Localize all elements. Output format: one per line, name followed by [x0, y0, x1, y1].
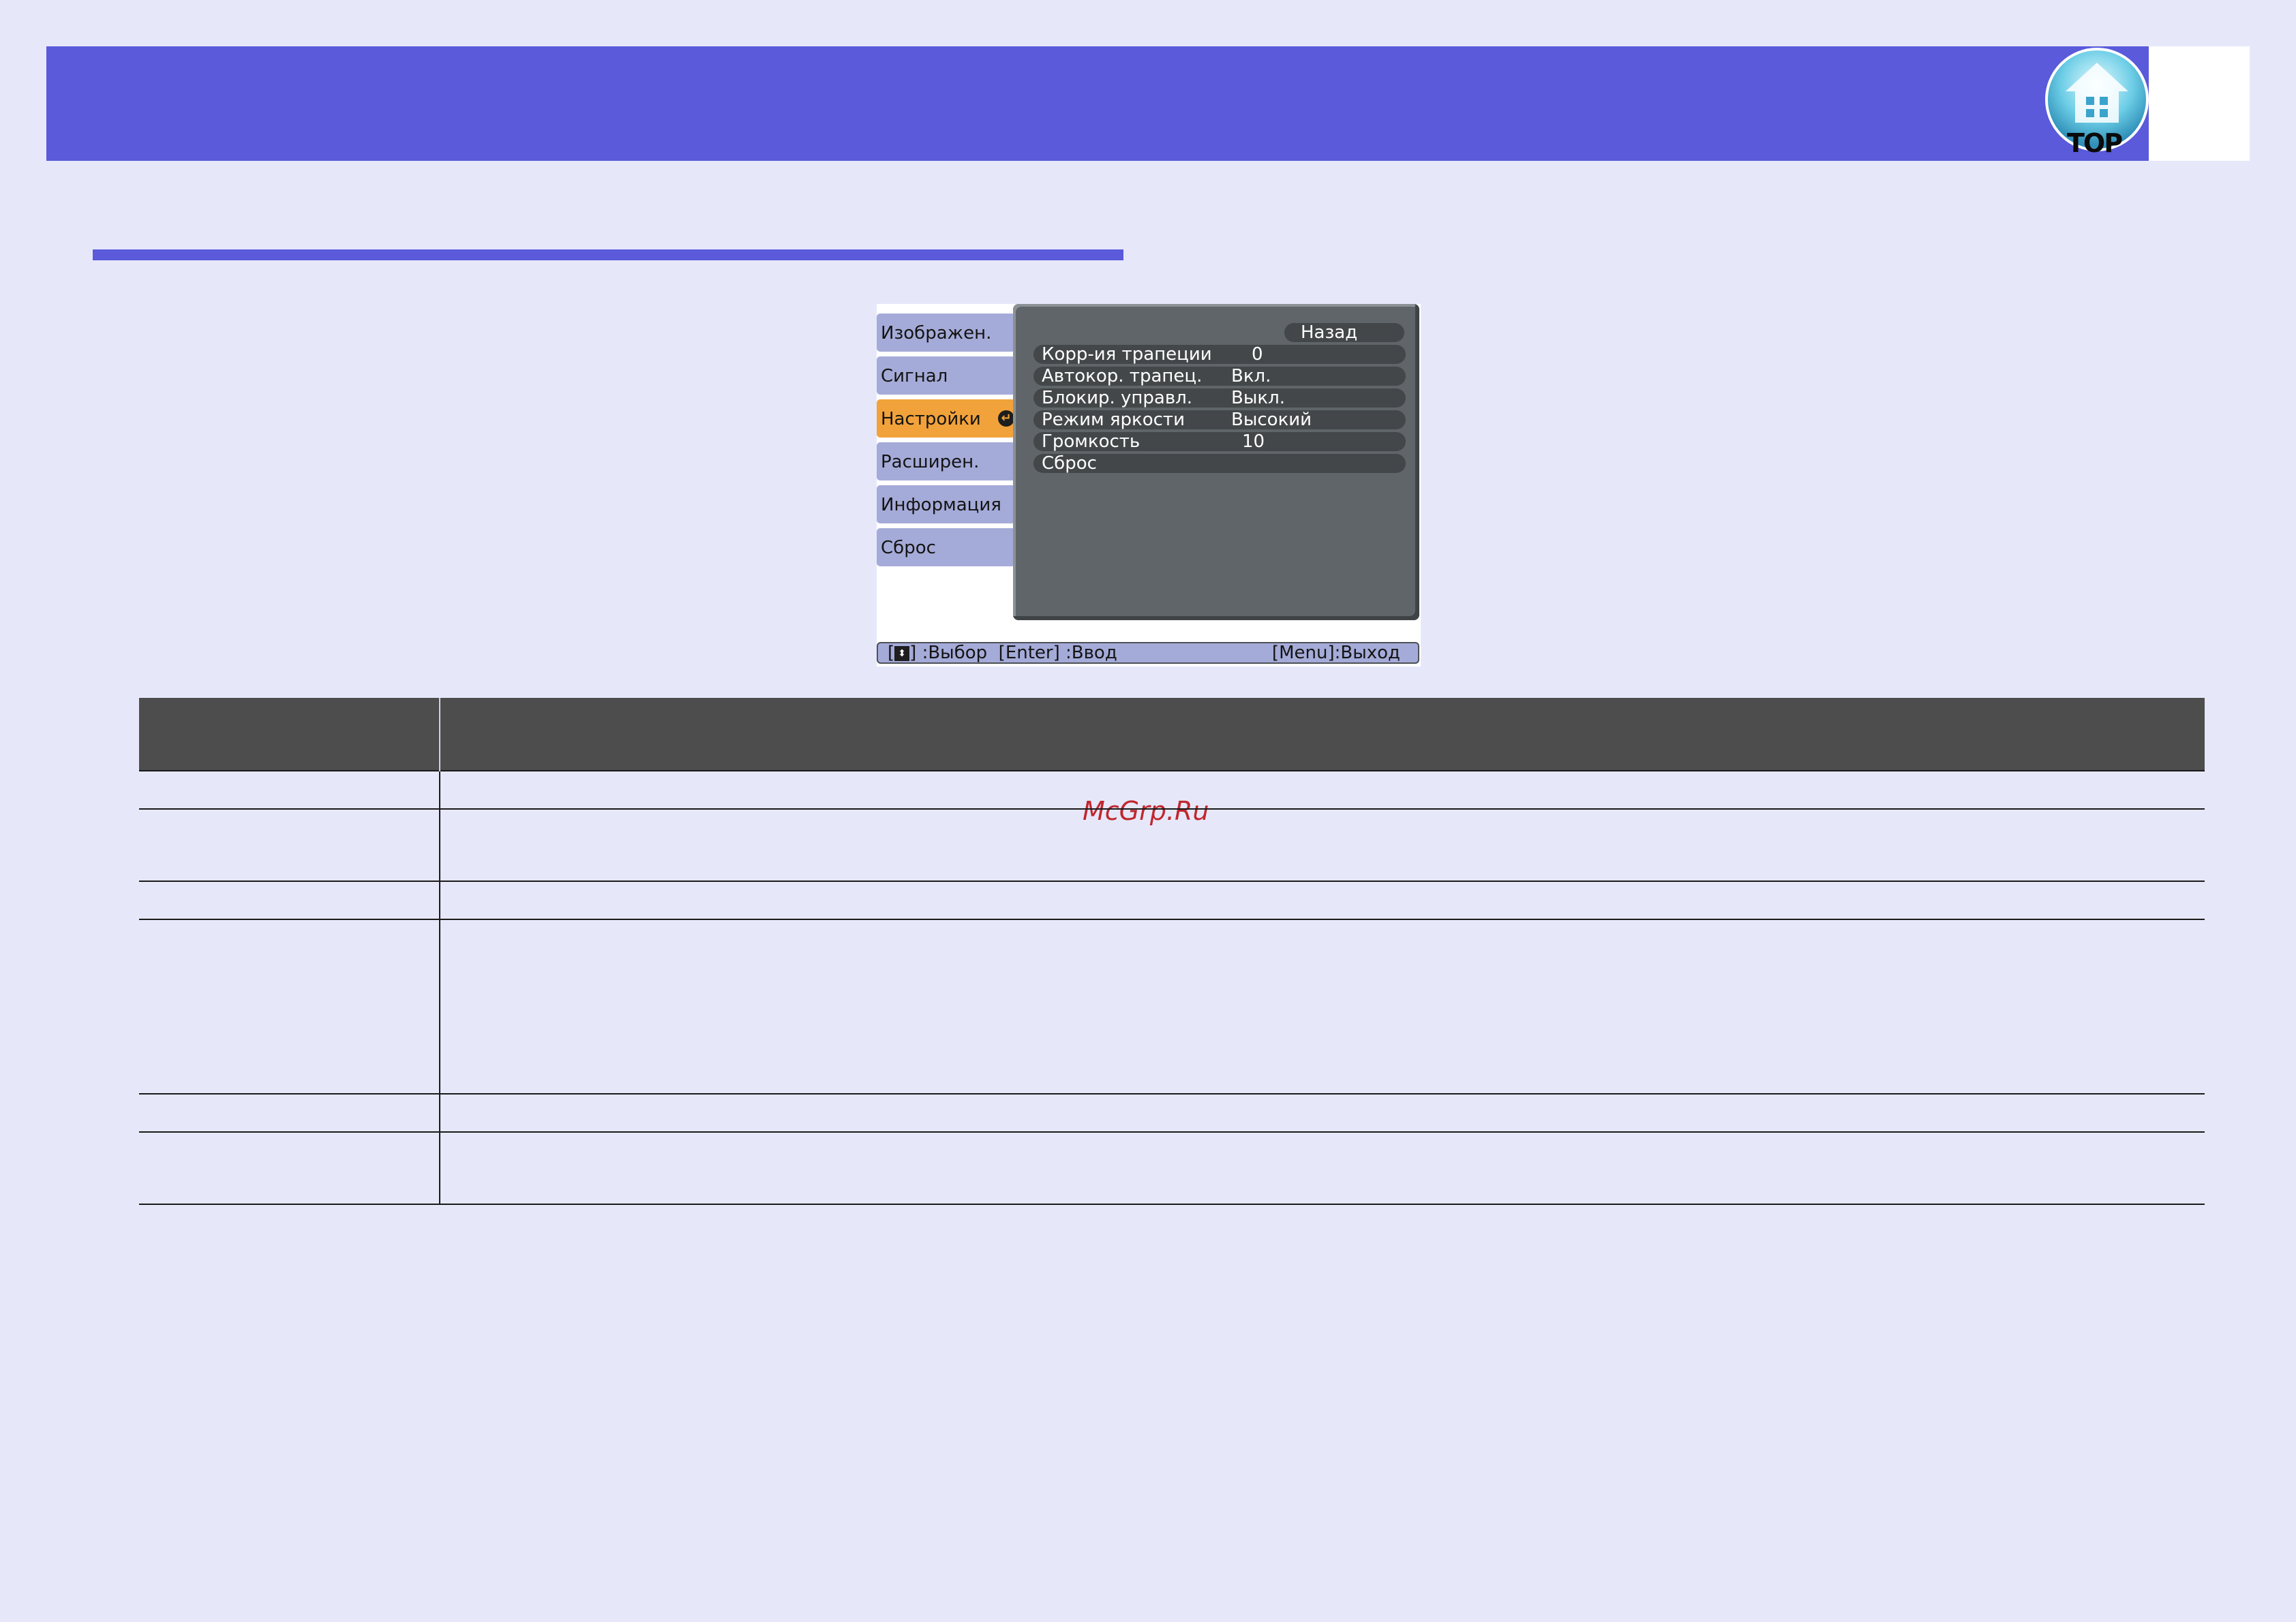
footer-bracket: [	[888, 643, 895, 663]
settings-row-brightness-mode[interactable]: Режим яркости Высокий	[1033, 410, 1406, 429]
row-value: Выкл.	[1231, 388, 1285, 408]
table-cell	[440, 1131, 2205, 1205]
section-rule	[93, 249, 1123, 260]
footer-exit-text: [Menu]:Выход	[1271, 643, 1400, 663]
row-label: Корр-ия трапеции	[1042, 344, 1212, 365]
table-cell	[139, 808, 440, 881]
menu-tab-label: Расширен.	[881, 452, 980, 472]
table-row	[139, 1093, 2205, 1132]
header-corner	[2149, 46, 2250, 161]
row-value: 0	[1252, 344, 1263, 365]
table-cell	[440, 881, 2205, 919]
menu-tab-extended[interactable]: Расширен.	[877, 442, 1021, 480]
table-header-row	[139, 698, 2205, 771]
projector-menu-screenshot: Изображен. Сигнал Настройки ↵ Расширен. …	[877, 304, 1421, 667]
footer-select-text: ] :Выбор	[909, 643, 988, 663]
table-cell	[139, 1093, 440, 1132]
menu-tab-signal[interactable]: Сигнал	[877, 356, 1021, 395]
menu-tab-label: Сигнал	[881, 366, 948, 386]
table-row	[139, 1131, 2205, 1205]
table-header-cell	[139, 698, 440, 771]
table-cell	[139, 881, 440, 919]
up-down-arrow-icon: ⬍	[894, 645, 910, 661]
settings-row-keystone[interactable]: Корр-ия трапеции 0	[1033, 345, 1406, 364]
back-button[interactable]: Назад	[1284, 323, 1404, 342]
settings-row-reset[interactable]: Сброс	[1033, 454, 1406, 473]
menu-tab-label: Информация	[881, 495, 1001, 515]
row-value: 10	[1242, 431, 1265, 452]
row-value: Вкл.	[1231, 366, 1271, 386]
row-label: Громкость	[1042, 431, 1141, 452]
top-button[interactable]: TOP	[2044, 48, 2150, 159]
table-cell	[139, 919, 440, 1094]
table-row	[139, 919, 2205, 1094]
settings-table	[139, 698, 2205, 1205]
table-cell	[440, 808, 2205, 881]
table-row	[139, 770, 2205, 809]
table-cell	[139, 1131, 440, 1205]
table-cell	[440, 1093, 2205, 1132]
menu-tab-settings[interactable]: Настройки ↵	[877, 399, 1021, 438]
table-cell	[139, 770, 440, 809]
table-row	[139, 881, 2205, 919]
menu-tab-reset[interactable]: Сброс	[877, 528, 1021, 566]
table-cell	[440, 919, 2205, 1094]
row-label: Автокор. трапец.	[1042, 366, 1203, 386]
settings-row-volume[interactable]: Громкость 10	[1033, 432, 1406, 451]
row-label: Режим яркости	[1042, 410, 1185, 430]
settings-row-control-lock[interactable]: Блокир. управл. Выкл.	[1033, 388, 1406, 408]
menu-tab-info[interactable]: Информация	[877, 485, 1021, 523]
menu-tab-label: Изображен.	[881, 323, 992, 343]
menu-tab-label: Сброс	[881, 538, 936, 558]
table-header-cell	[440, 698, 2205, 771]
row-label: Блокир. управл.	[1042, 388, 1193, 408]
enter-icon: ↵	[998, 410, 1014, 427]
menu-footer: [⬍] :Выбор [Enter] :Ввод [Menu]:Выход	[877, 642, 1419, 664]
menu-tab-list: Изображен. Сигнал Настройки ↵ Расширен. …	[877, 313, 1021, 571]
row-label: Сброс	[1042, 453, 1097, 474]
table-cell	[440, 770, 2205, 809]
top-button-label: TOP	[2067, 128, 2123, 158]
settings-row-auto-keystone[interactable]: Автокор. трапец. Вкл.	[1033, 367, 1406, 386]
menu-tab-label: Настройки	[881, 409, 981, 429]
header-bar	[46, 46, 2149, 161]
footer-help-left: [⬍] :Выбор [Enter] :Ввод	[888, 642, 1117, 664]
row-value: Высокий	[1231, 410, 1312, 430]
footer-enter-text: [Enter] :Ввод	[998, 643, 1117, 663]
settings-panel: Назад Корр-ия трапеции 0 Автокор. трапец…	[1013, 304, 1419, 620]
menu-tab-image[interactable]: Изображен.	[877, 313, 1021, 352]
table-row	[139, 808, 2205, 881]
